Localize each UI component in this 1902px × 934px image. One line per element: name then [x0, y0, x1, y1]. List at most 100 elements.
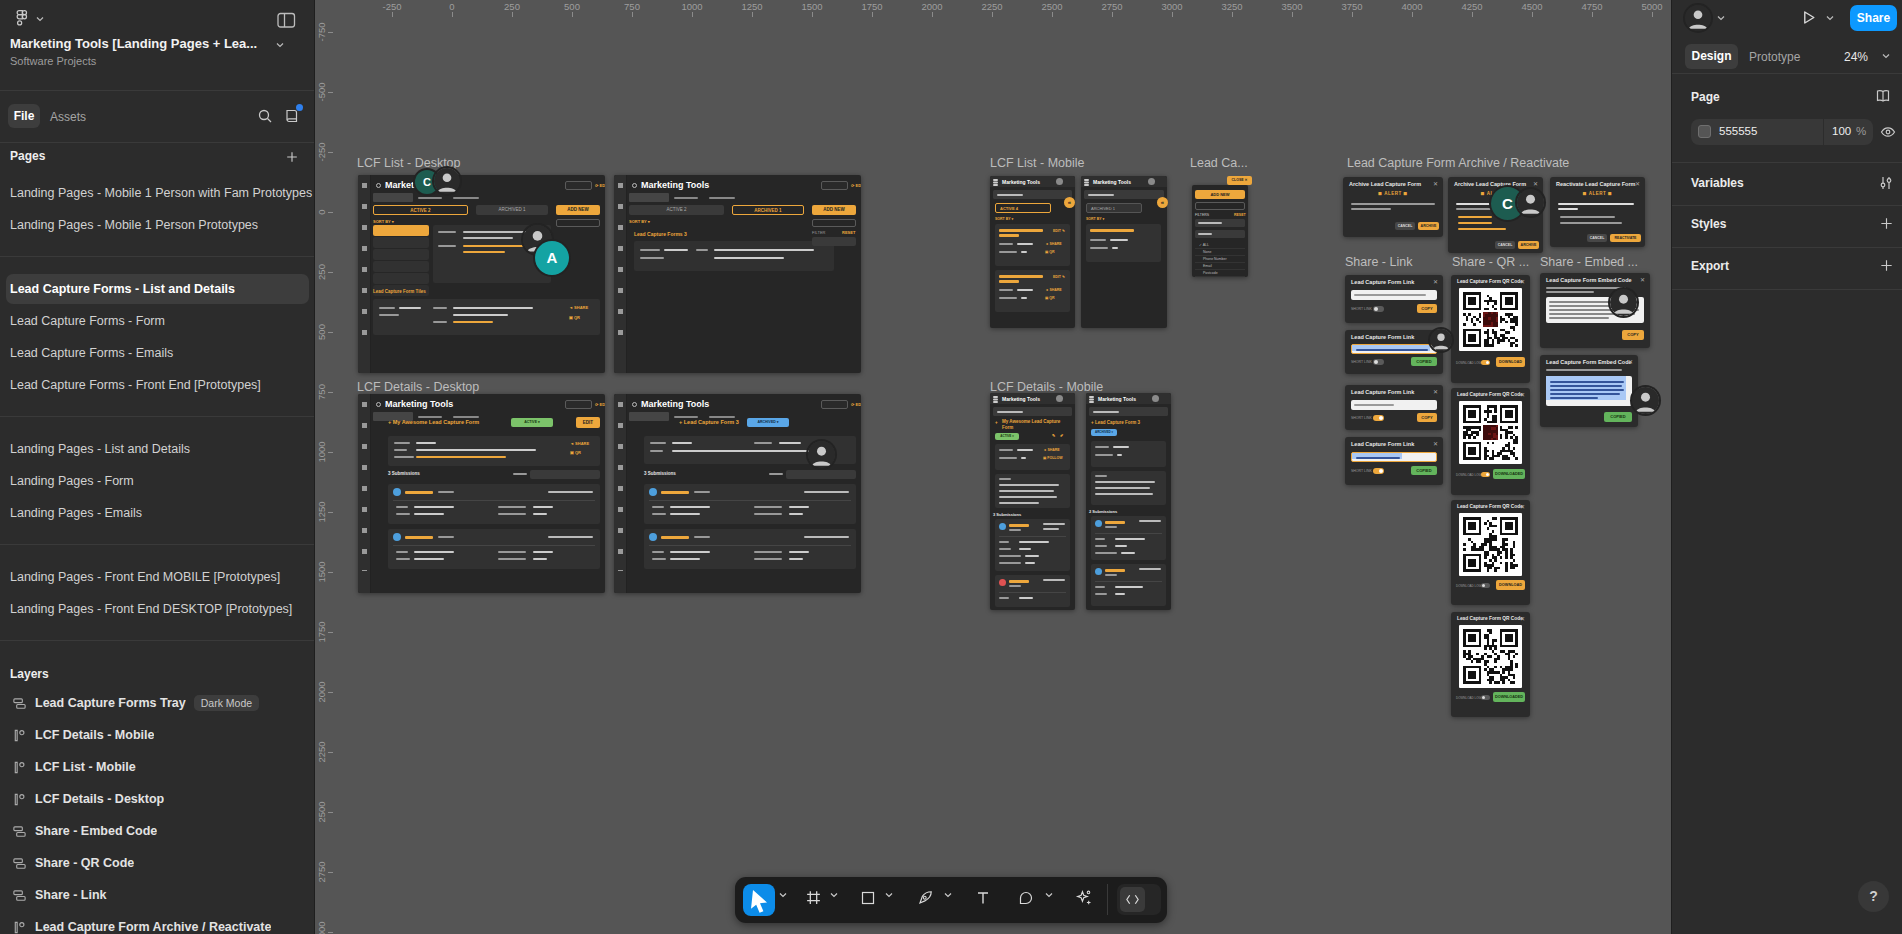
- main-menu-chevron[interactable]: [36, 16, 44, 22]
- collaborator-avatar-photo[interactable]: [434, 168, 460, 194]
- pages-group-divider: [0, 401, 315, 433]
- sidebar-page-item[interactable]: Landing Pages - Mobile 1 Person with Fam…: [0, 177, 315, 209]
- collaborator-avatar-a[interactable]: A: [535, 241, 569, 275]
- dialog-qr-code-4[interactable]: Lead Capture Form QR Code✕ DOWNLOAD LOGO…: [1451, 612, 1530, 717]
- pages-book-icon[interactable]: [1875, 88, 1891, 104]
- frame-label-archive-reactivate[interactable]: Lead Capture Form Archive / Reactivate: [1347, 156, 1569, 170]
- frame-lcf-details-desktop-2[interactable]: Marketing Tools ⟳ EDIT ▾ + Lead Capture …: [614, 394, 861, 593]
- file-title[interactable]: Marketing Tools [Landing Pages + Lea...: [10, 36, 268, 51]
- zoom-chevron[interactable]: [1882, 53, 1890, 59]
- sidebar-page-item[interactable]: Lead Capture Forms - List and Details: [6, 274, 309, 304]
- actions-tool-button[interactable]: [1075, 889, 1092, 906]
- page-color-swatch[interactable]: [1698, 125, 1711, 138]
- frame-lcf-details-desktop-1[interactable]: Marketing Tools ⟳ EDIT ▾ + My Awesome Le…: [358, 394, 605, 593]
- shape-tool-button[interactable]: [860, 890, 876, 906]
- add-export-icon[interactable]: [1879, 258, 1894, 273]
- frame-label-lcf-details-mobile[interactable]: LCF Details - Mobile: [990, 380, 1103, 394]
- sidebar-layer-item[interactable]: Share - Embed Code: [0, 815, 315, 847]
- frame-label-lcf-list-mobile[interactable]: LCF List - Mobile: [990, 156, 1084, 170]
- collaborator-avatar-photo-3[interactable]: [1517, 189, 1544, 216]
- filter-option: ✓ ALL: [1195, 242, 1245, 249]
- sidebar-page-item[interactable]: Landing Pages - Front End DESKTOP [Proto…: [0, 593, 315, 625]
- collaborator-avatar-photo-5[interactable]: [1610, 289, 1637, 316]
- sidebar-layer-item[interactable]: LCF List - Mobile: [0, 751, 315, 783]
- toolbar-divider: [1107, 884, 1108, 915]
- dialog-share-link-3[interactable]: Lead Capture Form Link✕ SHORT LINK COPY: [1345, 385, 1443, 430]
- page-color-field[interactable]: 555555 100 %: [1691, 119, 1873, 145]
- frame-label-share-qr[interactable]: Share - QR ...: [1452, 255, 1529, 269]
- frame-lcf-details-mobile-1[interactable]: Marketing Tools + My Awesome Lead Captur…: [990, 393, 1075, 610]
- sidebar-page-item[interactable]: Landing Pages - Front End MOBILE [Protot…: [0, 561, 315, 593]
- move-tool-button[interactable]: [743, 884, 775, 916]
- sidebar-page-item[interactable]: Lead Capture Forms - Emails: [0, 337, 315, 369]
- dialog-share-link-4[interactable]: Lead Capture Form Link✕ SHORT LINK COPIE…: [1345, 437, 1443, 485]
- tab-file[interactable]: File: [8, 104, 40, 128]
- frame-lcf-list-desktop-1[interactable]: Marketing Tools ⟳ EDIT ▾ ACTIVE 2 ARCHIV…: [358, 175, 605, 373]
- dialog-qr-code-3[interactable]: Lead Capture Form QR Code✕ DOWNLOAD LOGO…: [1451, 500, 1530, 605]
- collaborator-avatar-photo-4[interactable]: [1430, 329, 1452, 351]
- pen-tool-button[interactable]: [917, 889, 934, 906]
- dialog-reactivate-lcf[interactable]: Reactivate Lead Capture Form ✕ ◼ ALERT ◼…: [1550, 177, 1645, 247]
- ruler-x-label: 750: [612, 1, 652, 12]
- dialog-qr-code-1[interactable]: Lead Capture Form QR Code✕ DOWNLOAD LOGO…: [1451, 275, 1530, 383]
- dialog-archive-lcf-1[interactable]: Archive Lead Capture Form ✕ ◼ ALERT ◼ CA…: [1343, 177, 1443, 237]
- text-tool-button[interactable]: [975, 890, 991, 906]
- comment-tool-button[interactable]: [1018, 890, 1034, 906]
- frame-label-lead-ca[interactable]: Lead Ca...: [1190, 156, 1248, 170]
- dialog-share-link-2[interactable]: Lead Capture Form Link✕ SHORT LINK COPIE…: [1345, 330, 1443, 374]
- frame-lcf-list-desktop-2[interactable]: Marketing Tools ⟳ EDIT ▾ ACTIVE 2 ARCHIV…: [614, 175, 861, 373]
- zoom-level[interactable]: 24%: [1844, 50, 1868, 64]
- dialog-embed-code-2[interactable]: Lead Capture Form Embed Code✕ COPIED: [1540, 355, 1638, 427]
- toggle-sidebar-icon[interactable]: [277, 12, 296, 29]
- sidebar-layer-item[interactable]: Lead Capture Form Archive / Reactivate: [0, 911, 315, 934]
- present-icon[interactable]: [1800, 9, 1817, 26]
- sidebar-layer-item[interactable]: LCF Details - Mobile: [0, 719, 315, 751]
- add-page-icon[interactable]: [285, 150, 299, 164]
- frame-lcf-details-mobile-2[interactable]: Marketing Tools + Lead Capture Form 3 AR…: [1086, 393, 1171, 610]
- page-opacity-value[interactable]: 100: [1832, 125, 1851, 137]
- sidebar-page-item[interactable]: Landing Pages - Emails: [0, 497, 315, 529]
- sidebar-page-item[interactable]: Landing Pages - Mobile 1 Person Prototyp…: [0, 209, 315, 241]
- dev-mode-toggle[interactable]: [1117, 884, 1161, 915]
- move-tool-chevron[interactable]: [779, 892, 787, 898]
- user-avatar[interactable]: [1685, 5, 1711, 31]
- dialog-share-link-1[interactable]: Lead Capture Form Link✕ SHORT LINK COPY: [1345, 275, 1443, 323]
- sidebar-layer-item[interactable]: LCF Details - Desktop: [0, 783, 315, 815]
- project-name[interactable]: Software Projects: [10, 55, 96, 67]
- present-chevron[interactable]: [1826, 15, 1834, 21]
- sidebar-page-item[interactable]: Lead Capture Forms - Form: [0, 305, 315, 337]
- variables-adjust-icon[interactable]: [1878, 175, 1894, 191]
- tab-prototype[interactable]: Prototype: [1749, 50, 1800, 64]
- sidebar-page-item[interactable]: Landing Pages - Form: [0, 465, 315, 497]
- collaborator-avatar-photo-6[interactable]: [1632, 387, 1659, 414]
- frame-tool-button[interactable]: [805, 889, 822, 906]
- user-menu-chevron[interactable]: [1717, 15, 1725, 21]
- frame-lcf-list-mobile-2[interactable]: Marketing Tools ARCHIVED 1 SORT BY ▾: [1081, 176, 1167, 328]
- sidebar-layer-item[interactable]: Share - Link: [0, 879, 315, 911]
- comment-tool-chevron[interactable]: [1045, 892, 1053, 898]
- sidebar-page-item[interactable]: Lead Capture Forms - Front End [Prototyp…: [0, 369, 315, 401]
- frame-lcf-list-mobile-1[interactable]: Marketing Tools ACTIVE 4 SORT BY ▾ EDIT …: [990, 176, 1075, 328]
- collaborator-avatar-photo-7[interactable]: [808, 441, 835, 468]
- sidebar-layer-item[interactable]: Share - QR Code: [0, 847, 315, 879]
- frame-lead-capture-filters[interactable]: ADD NEW FILTERS RESET ✓ ALLNonePhone Num…: [1192, 185, 1248, 277]
- sidebar-page-item[interactable]: Landing Pages - List and Details: [0, 433, 315, 465]
- help-button[interactable]: ?: [1858, 881, 1889, 912]
- tab-design[interactable]: Design: [1685, 44, 1738, 69]
- pen-tool-chevron[interactable]: [944, 892, 952, 898]
- frame-label-share-link[interactable]: Share - Link: [1345, 255, 1412, 269]
- page-color-hex[interactable]: 555555: [1719, 125, 1757, 137]
- sidebar-layer-item[interactable]: Lead Capture Forms TrayDark Mode: [0, 687, 315, 719]
- share-button[interactable]: Share: [1850, 5, 1897, 31]
- shape-tool-chevron[interactable]: [885, 892, 893, 898]
- dialog-qr-code-2[interactable]: Lead Capture Form QR Code✕ DOWNLOAD LOGO…: [1451, 388, 1530, 495]
- tab-assets[interactable]: Assets: [50, 110, 86, 124]
- frame-label-lcf-details-desktop[interactable]: LCF Details - Desktop: [357, 380, 479, 394]
- file-title-chevron[interactable]: [276, 42, 284, 48]
- add-style-icon[interactable]: [1879, 216, 1894, 231]
- frame-label-share-embed[interactable]: Share - Embed ...: [1540, 255, 1638, 269]
- page-visibility-eye-icon[interactable]: [1880, 124, 1896, 140]
- frame-tool-chevron[interactable]: [830, 892, 838, 898]
- search-icon[interactable]: [257, 108, 273, 124]
- figma-logo-icon[interactable]: [13, 9, 31, 27]
